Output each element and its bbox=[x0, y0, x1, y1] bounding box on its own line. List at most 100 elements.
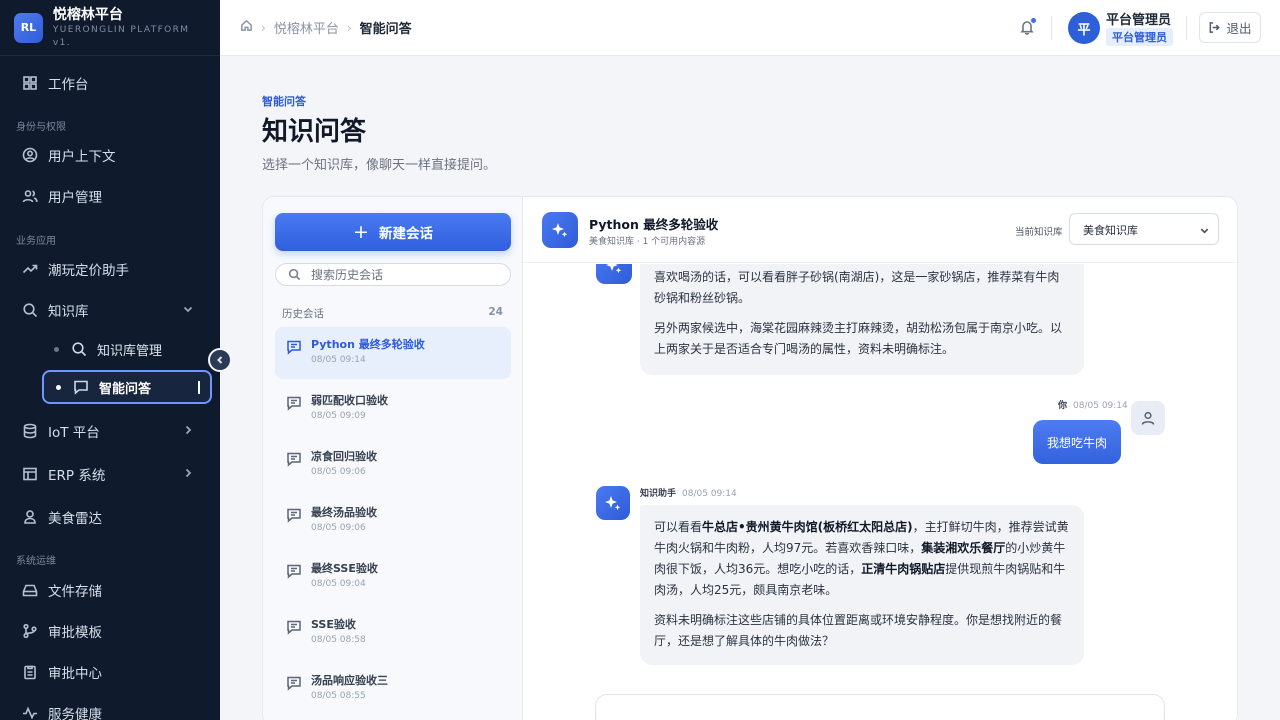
sidebar-item-approval-center[interactable]: 审批中心 bbox=[0, 654, 220, 690]
hard-drive-icon bbox=[22, 582, 38, 598]
sidebar-item-label: 潮玩定价助手 bbox=[48, 263, 129, 279]
page-title: 知识问答 bbox=[262, 117, 367, 147]
message-paragraph: 喜欢喝汤的话，可以看看胖子砂锅(南湖店)，这是一家砂锅店，推荐菜有牛肉砂锅和粉丝… bbox=[654, 270, 1060, 305]
user-message-meta: 你 08/05 09:14 bbox=[1058, 398, 1128, 411]
chat-header: Python 最终多轮验收 美食知识库 · 1 个可用内容源 当前知识库 美食知… bbox=[523, 197, 1237, 263]
sidebar-item-label: 知识库 bbox=[48, 304, 89, 320]
topbar: › 悦榕林平台 › 智能问答 平 平台管理员 平台管理员 退出 bbox=[220, 0, 1280, 56]
sidebar-item-file-storage[interactable]: 文件存储 bbox=[0, 572, 220, 608]
home-icon[interactable] bbox=[240, 19, 253, 36]
chat-icon bbox=[286, 507, 302, 523]
message-paragraph: 资料未明确标注这些店铺的具体位置距离或环境安静程度。你是想找附近的餐厅，还是想了… bbox=[654, 613, 1063, 648]
conversation-item[interactable]: SSE验收 08/05 08:58 bbox=[275, 607, 511, 659]
sidebar-item-user-mgmt[interactable]: 用户管理 bbox=[0, 178, 220, 214]
chevron-right-icon bbox=[182, 467, 194, 479]
sidebar-collapse-button[interactable] bbox=[208, 348, 232, 372]
chat-icon bbox=[286, 619, 302, 635]
sidebar-item-iot[interactable]: IoT 平台 bbox=[0, 413, 220, 449]
conversation-time: 08/05 08:55 bbox=[311, 691, 366, 701]
history-header: 历史会话 24 bbox=[282, 306, 503, 321]
sidebar-item-food-radar[interactable]: 美食雷达 bbox=[0, 499, 220, 535]
chat-icon bbox=[286, 339, 302, 355]
assistant-timestamp: 08/05 09:14 bbox=[682, 489, 737, 499]
breadcrumb-root[interactable]: 悦榕林平台 bbox=[274, 18, 339, 37]
chevron-left-icon bbox=[217, 356, 223, 364]
plus-icon: + bbox=[353, 220, 369, 243]
history-panel: + 新建会话 历史会话 24 Python 最终多轮验收 08/05 09:14… bbox=[263, 197, 523, 720]
chat-icon bbox=[286, 563, 302, 579]
search-icon bbox=[71, 341, 87, 357]
chat-title: Python 最终多轮验收 bbox=[589, 217, 719, 232]
sidebar-item-label: 用户管理 bbox=[48, 190, 102, 206]
chat-icon bbox=[73, 379, 89, 395]
layout-icon bbox=[22, 466, 38, 482]
brand-subtitle: YUERONGLIN PLATFORM v1. bbox=[52, 24, 190, 48]
user-timestamp: 08/05 09:14 bbox=[1073, 401, 1128, 411]
conversation-title: 弱匹配收口验收 bbox=[311, 394, 388, 407]
sidebar-item-label: ERP 系统 bbox=[48, 468, 106, 484]
sidebar-item-label: 文件存储 bbox=[48, 584, 102, 600]
chat-icon bbox=[286, 395, 302, 411]
sparkle-icon bbox=[596, 264, 632, 284]
sparkle-icon bbox=[596, 486, 630, 520]
history-search-input[interactable] bbox=[311, 267, 501, 282]
new-chat-label: 新建会话 bbox=[378, 226, 433, 242]
sidebar-item-workbench[interactable]: 工作台 bbox=[0, 65, 220, 101]
assistant-message-meta: 知识助手 08/05 09:14 bbox=[640, 486, 737, 499]
kb-select-label: 当前知识库 bbox=[1015, 227, 1063, 238]
conversation-title: Python 最终多轮验收 bbox=[311, 338, 425, 351]
conversation-title: SSE验收 bbox=[311, 618, 356, 631]
sidebar-item-kb[interactable]: 知识库 bbox=[0, 292, 220, 328]
sidebar-item-label: 智能问答 bbox=[99, 381, 152, 397]
kb-select-value: 美食知识库 bbox=[1083, 224, 1138, 237]
avatar[interactable]: 平 bbox=[1068, 12, 1100, 44]
conversation-item[interactable]: 弱匹配收口验收 08/05 09:09 bbox=[275, 383, 511, 435]
sidebar-item-label: 工作台 bbox=[48, 77, 89, 93]
breadcrumb-current: 智能问答 bbox=[359, 22, 412, 37]
sidebar-item-approval-template[interactable]: 审批模板 bbox=[0, 613, 220, 649]
database-icon bbox=[22, 423, 38, 439]
grid-icon bbox=[22, 75, 38, 91]
bullet-dot bbox=[56, 384, 61, 390]
nav-section-identity: 身份与权限 bbox=[16, 122, 66, 133]
active-indicator bbox=[198, 381, 200, 394]
history-search bbox=[275, 263, 511, 286]
conversation-time: 08/05 09:04 bbox=[311, 579, 366, 589]
sidebar-item-user-context[interactable]: 用户上下文 bbox=[0, 137, 220, 173]
message-composer[interactable] bbox=[595, 694, 1165, 720]
chef-icon bbox=[22, 509, 38, 525]
sidebar-item-service-health[interactable]: 服务健康 bbox=[0, 695, 220, 720]
conversation-item[interactable]: Python 最终多轮验收 08/05 09:14 bbox=[275, 327, 511, 379]
new-chat-button[interactable]: + 新建会话 bbox=[275, 213, 511, 251]
conversation-title: 最终SSE验收 bbox=[311, 562, 378, 575]
qa-card: + 新建会话 历史会话 24 Python 最终多轮验收 08/05 09:14… bbox=[262, 196, 1238, 720]
conversation-title: 凉食回归验收 bbox=[311, 450, 377, 463]
conversation-title: 最终汤品验收 bbox=[311, 506, 377, 519]
search-icon bbox=[22, 302, 38, 318]
chat-messages: 喜欢喝汤的话，可以看看胖子砂锅(南湖店)，这是一家砂锅店，推荐菜有牛肉砂锅和粉丝… bbox=[523, 264, 1237, 720]
divider bbox=[1051, 16, 1052, 40]
conversation-item[interactable]: 最终SSE验收 08/05 09:04 bbox=[275, 551, 511, 603]
user-avatar bbox=[1131, 401, 1165, 435]
breadcrumb: › 悦榕林平台 › 智能问答 bbox=[240, 18, 412, 37]
sidebar-item-pricing[interactable]: 潮玩定价助手 bbox=[0, 251, 220, 287]
message-paragraph: 另外两家候选中，海棠花园麻辣烫主打麻辣烫，胡劲松汤包属于南京小吃。以上两家关于是… bbox=[654, 321, 1063, 356]
assistant-message: 可以看看牛总店•贵州黄牛肉馆(板桥红太阳总店)，主打鲜切牛肉，推荐尝试黄牛肉火锅… bbox=[640, 505, 1084, 665]
conversation-item[interactable]: 凉食回归验收 08/05 09:06 bbox=[275, 439, 511, 491]
bullet-dot bbox=[54, 346, 59, 352]
chat-subtitle: 美食知识库 · 1 个可用内容源 bbox=[589, 237, 706, 247]
conversation-time: 08/05 08:58 bbox=[311, 635, 366, 645]
divider bbox=[1186, 16, 1187, 40]
activity-icon bbox=[22, 705, 38, 720]
sidebar-subitem-kb-manage[interactable]: 知识库管理 bbox=[42, 332, 212, 366]
logout-button[interactable]: 退出 bbox=[1199, 12, 1261, 43]
sidebar-subitem-kb-qa[interactable]: 智能问答 bbox=[42, 370, 212, 404]
users-icon bbox=[22, 188, 38, 204]
notification-button[interactable] bbox=[1019, 18, 1036, 35]
sidebar-item-erp[interactable]: ERP 系统 bbox=[0, 456, 220, 492]
conversation-item[interactable]: 最终汤品验收 08/05 09:06 bbox=[275, 495, 511, 547]
chevron-right-icon bbox=[182, 424, 194, 436]
user-circle-icon bbox=[22, 147, 38, 163]
kb-select[interactable]: 美食知识库 bbox=[1069, 213, 1219, 245]
conversation-item[interactable]: 汤品响应验收三 08/05 08:55 bbox=[275, 663, 511, 715]
